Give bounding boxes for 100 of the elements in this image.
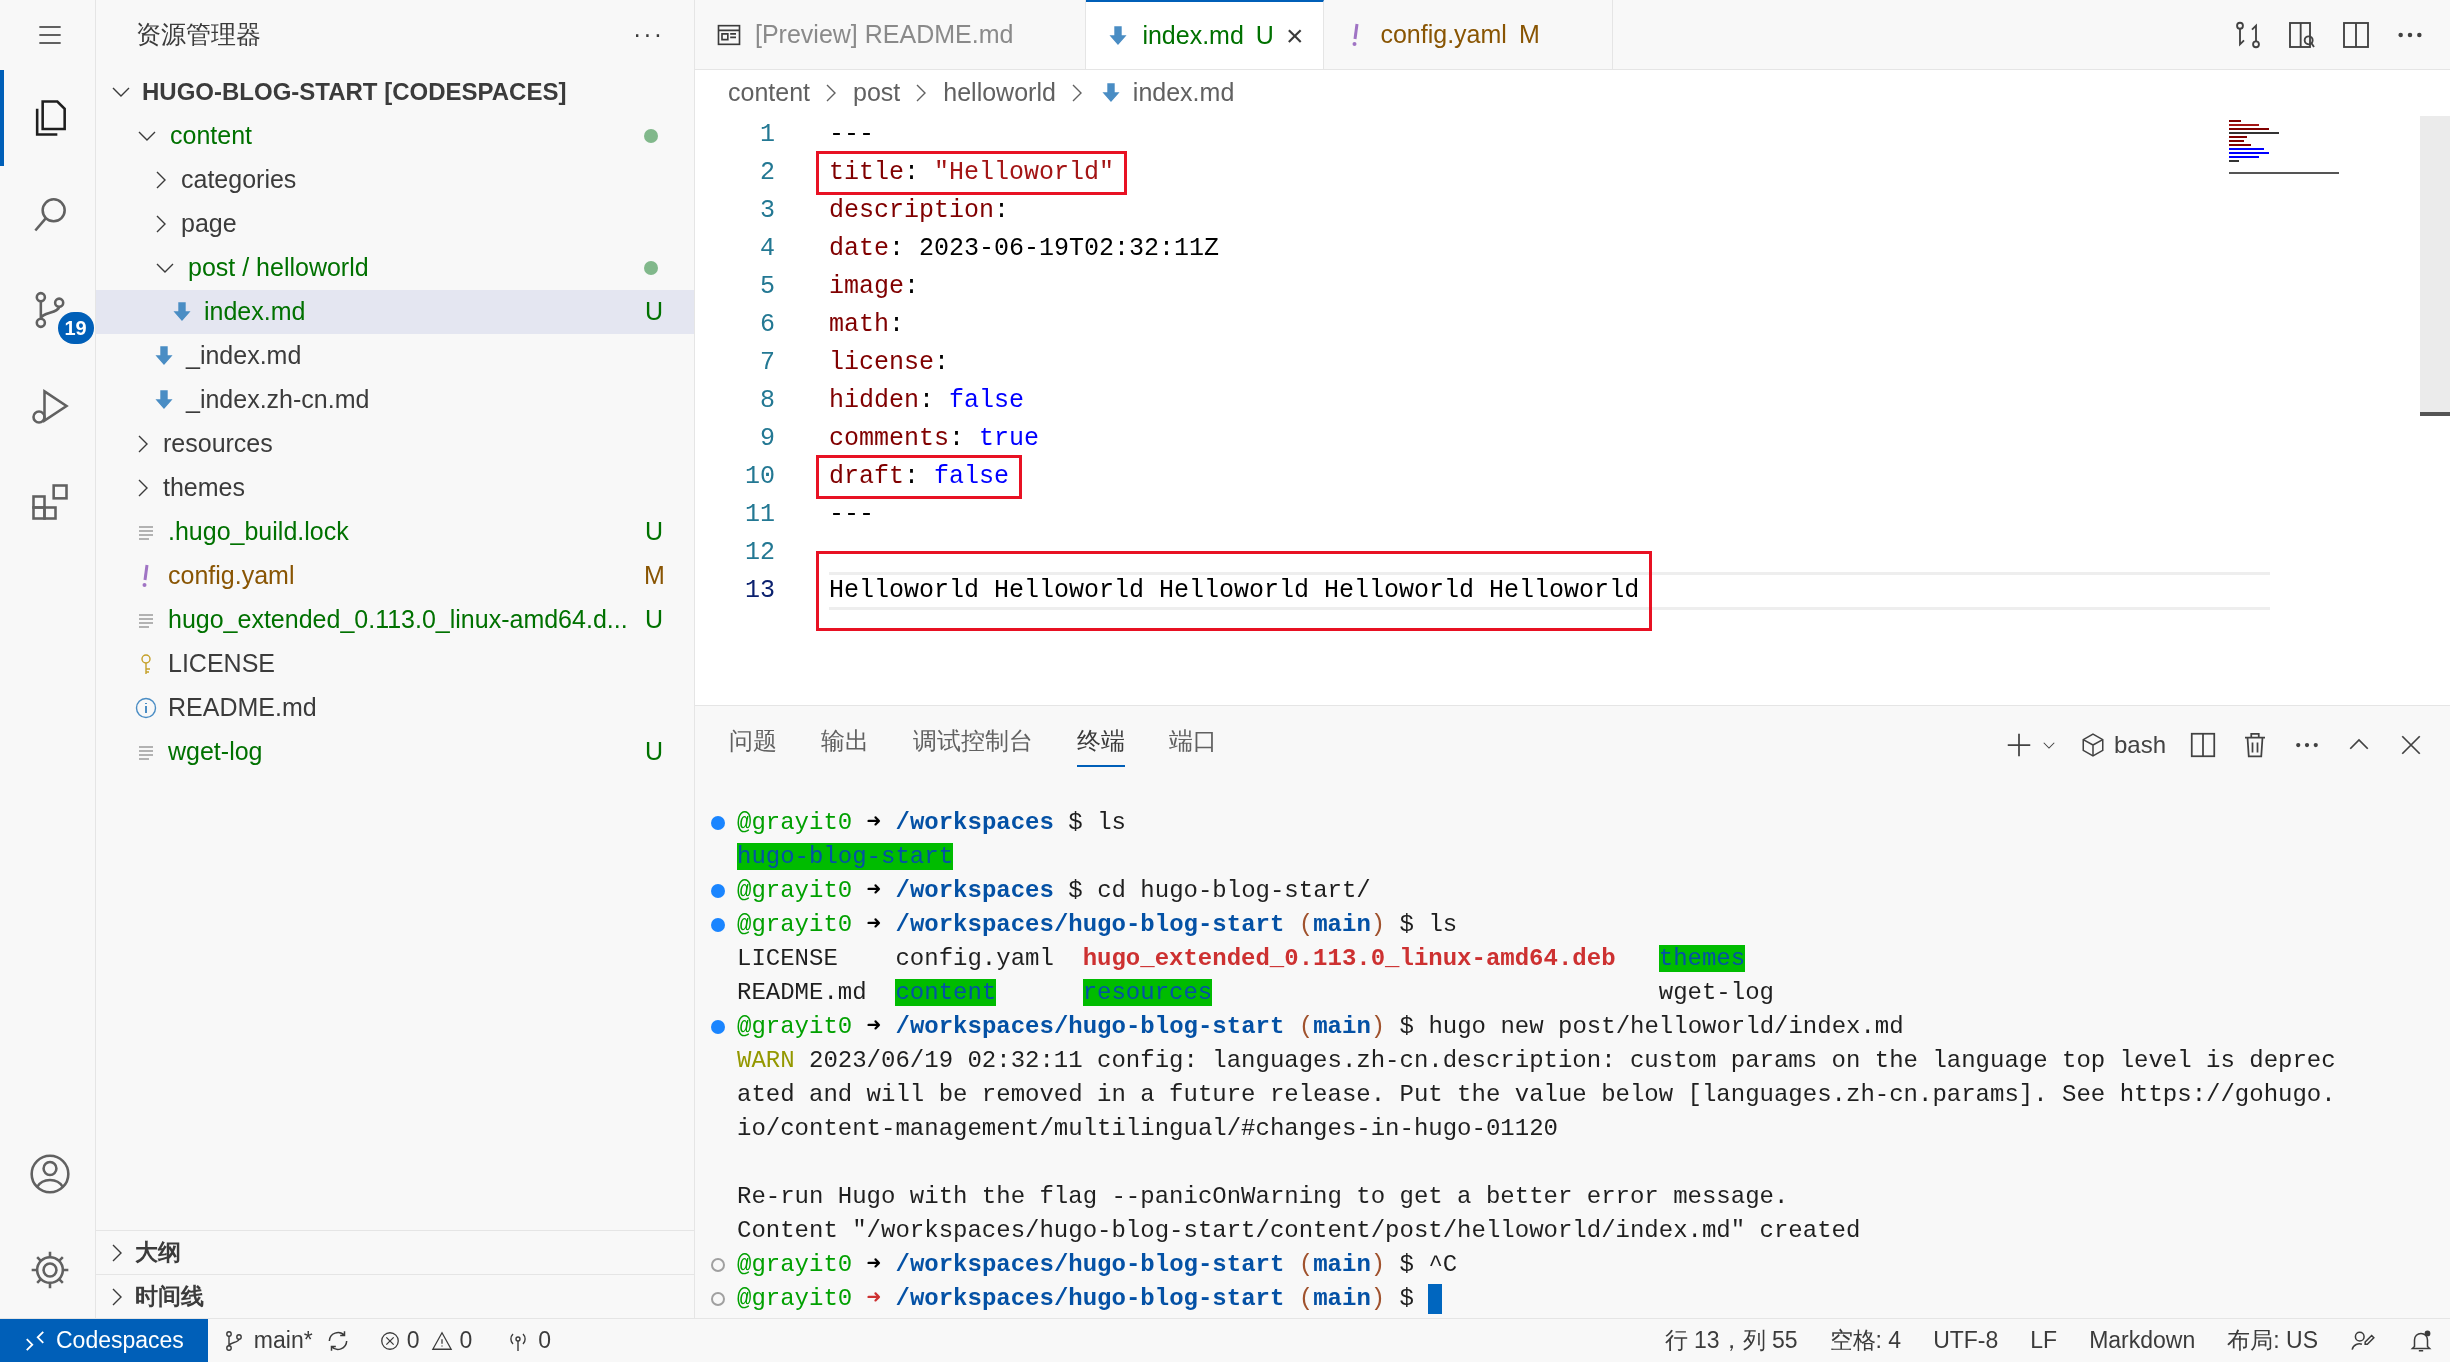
code-line: --- — [829, 500, 874, 530]
cube-icon — [2079, 732, 2106, 758]
line-number: 2 — [759, 157, 775, 190]
exclamation-icon — [142, 564, 150, 588]
terminal-text: themes — [1658, 945, 1746, 972]
status-item[interactable]: 行 13，列 55 — [1648, 1323, 1814, 1358]
panel-tab[interactable]: 端口 — [1169, 723, 1217, 767]
terminal-text: content — [895, 979, 997, 1006]
status-item[interactable]: UTF-8 — [1917, 1323, 2015, 1358]
code-line: title: "Helloworld" — [829, 158, 1115, 188]
terminal-line: @grayit0 ➜ /workspaces $ ls — [737, 808, 1126, 838]
breadcrumb-item[interactable]: helloworld — [943, 74, 1056, 112]
status-item[interactable]: Markdown — [2073, 1323, 2212, 1358]
code-line: hidden: false — [829, 386, 1025, 416]
tree-item[interactable]: hugo_extended_0.113.0_linux-amd64.d... U — [96, 598, 694, 642]
terminal-text: README.md — [737, 979, 867, 1006]
tree-item[interactable]: content — [96, 114, 694, 158]
line-number: 3 — [759, 195, 775, 228]
tree-item[interactable]: _index.zh-cn.md — [96, 378, 694, 422]
line-number: 10 — [744, 461, 775, 494]
line-number: 4 — [759, 233, 775, 266]
terminal-text: resources — [1082, 979, 1213, 1006]
code-line: image: — [829, 272, 920, 302]
remote-icon — [24, 1329, 46, 1352]
breadcrumb-item[interactable]: post — [853, 74, 901, 112]
code-line: comments: true — [829, 424, 1040, 454]
chevron-right-icon — [112, 1243, 123, 1262]
panel-tab[interactable]: 终端 — [1077, 723, 1125, 767]
terminal-line: @grayit0 ➜ /workspaces/hugo-blog-start (main) $ ^C — [737, 1250, 1458, 1280]
line-number: 6 — [759, 309, 775, 342]
editor-tab[interactable]: index.md U × — [1086, 0, 1325, 69]
code-line: --- — [829, 120, 874, 150]
tree-item[interactable]: categories — [96, 158, 694, 202]
terminal-line: @grayit0 ➜ /workspaces/hugo-blog-start (main) $ — [737, 1284, 1415, 1314]
terminal-text: hugo_extended_0.113.0_linux-amd64.deb — [1082, 945, 1616, 972]
line-number: 12 — [744, 537, 775, 570]
workspace-label: HUGO-BLOG-START [CODESPACES] — [142, 77, 567, 107]
close-button[interactable]: × — [1285, 13, 1304, 58]
code-line: draft: false — [829, 462, 1010, 492]
info-icon — [134, 696, 158, 720]
terminal-line: Re-run Hugo with the flag --panicOnWarning to get a better error message. — [737, 1182, 1789, 1212]
terminal-text: LICENSE — [737, 945, 838, 972]
ports-button[interactable]: 0 — [506, 1323, 552, 1358]
tree-item[interactable]: _index.md — [96, 334, 694, 378]
terminal-line: @grayit0 ➜ /workspaces/hugo-blog-start (main) $ ls — [737, 910, 1458, 940]
tree-item[interactable]: .hugo_build.lock U — [96, 510, 694, 554]
breadcrumb-item[interactable]: content — [728, 74, 810, 112]
tree-item[interactable]: config.yaml M — [96, 554, 694, 598]
tree-item[interactable]: LICENSE — [96, 642, 694, 686]
bell-icon[interactable] — [2408, 1327, 2434, 1354]
split-terminal-icon[interactable] — [2188, 730, 2218, 760]
terminal-line: Content "/workspaces/hugo-blog-start/content/post/helloworld/index.md" created — [737, 1216, 1861, 1246]
panel-tab[interactable]: 调试控制台 — [913, 723, 1033, 767]
line-number: 9 — [759, 423, 775, 456]
line-number: 11 — [744, 499, 775, 532]
terminal-shell-button[interactable]: bash — [2079, 727, 2166, 763]
warning-icon — [431, 1329, 454, 1352]
status-item[interactable]: LF — [2014, 1323, 2074, 1358]
chevron-right-icon — [826, 84, 837, 102]
line-number: 8 — [759, 385, 775, 418]
section-header[interactable]: 大纲 — [96, 1230, 694, 1274]
terminal-line: @grayit0 ➜ /workspaces $ cd hugo-blog-start/ — [737, 876, 1371, 906]
branch-button[interactable]: main* — [221, 1323, 313, 1358]
line-number: 7 — [759, 347, 775, 380]
chevron-right-icon — [916, 84, 928, 102]
chevron-right-icon — [1071, 84, 1083, 102]
line-number: 5 — [759, 271, 775, 304]
terminal-text: config.yaml — [895, 945, 1054, 972]
panel-tab[interactable]: 问题 — [729, 723, 777, 767]
error-icon — [378, 1329, 401, 1352]
code-line: Helloworld Helloworld Helloworld Helloworld Helloworld — [829, 576, 1640, 606]
exclamation-icon — [1352, 22, 1361, 47]
terminal-text: wget-log — [1658, 979, 1774, 1006]
remote-button[interactable]: Codespaces — [0, 1319, 208, 1362]
line-number: 1 — [759, 119, 775, 152]
problems-button[interactable]: 0 0 — [378, 1323, 473, 1358]
tree-item[interactable]: README.md — [96, 686, 694, 730]
terminal-line: io/content-management/multilingual/#changes-in-hugo-01120 — [737, 1114, 1558, 1144]
code-line: description: — [829, 196, 1010, 226]
count-badge: 19 — [57, 312, 94, 344]
tree-item[interactable]: page — [96, 202, 694, 246]
tree-item[interactable]: index.md U — [96, 290, 694, 334]
tree-item[interactable]: wget-log U — [96, 730, 694, 774]
panel-tab[interactable]: 输出 — [821, 723, 869, 767]
status-item[interactable]: 空格: 4 — [1813, 1323, 1918, 1358]
scrollbar[interactable] — [2420, 116, 2450, 416]
code-line: date: 2023-06-19T02:32:11Z — [829, 234, 1220, 264]
code-line: math: — [829, 310, 905, 340]
code-line: license: — [829, 348, 950, 378]
terminal-line: WARN 2023/06/19 02:32:11 config: languages.zh-cn.description: custom params on the language top level is deprec — [737, 1046, 2336, 1076]
tree-item[interactable]: themes — [96, 466, 694, 510]
terminal-line: ated and will be removed in a future release. Put the value below [languages.zh-cn.params]. See https://gohugo. — [737, 1080, 2336, 1110]
sidebar-title: 资源管理器 — [136, 19, 261, 51]
line-number: 13 — [744, 575, 775, 608]
breadcrumb-item[interactable]: index.md — [1098, 74, 1235, 112]
tree-item[interactable]: resources — [96, 422, 694, 466]
status-item[interactable]: 布局: US — [2211, 1323, 2334, 1358]
tree-item[interactable]: post / helloworld — [96, 246, 694, 290]
account-icon[interactable] — [27, 1152, 72, 1196]
more-actions-button[interactable]: ··· — [633, 16, 664, 54]
